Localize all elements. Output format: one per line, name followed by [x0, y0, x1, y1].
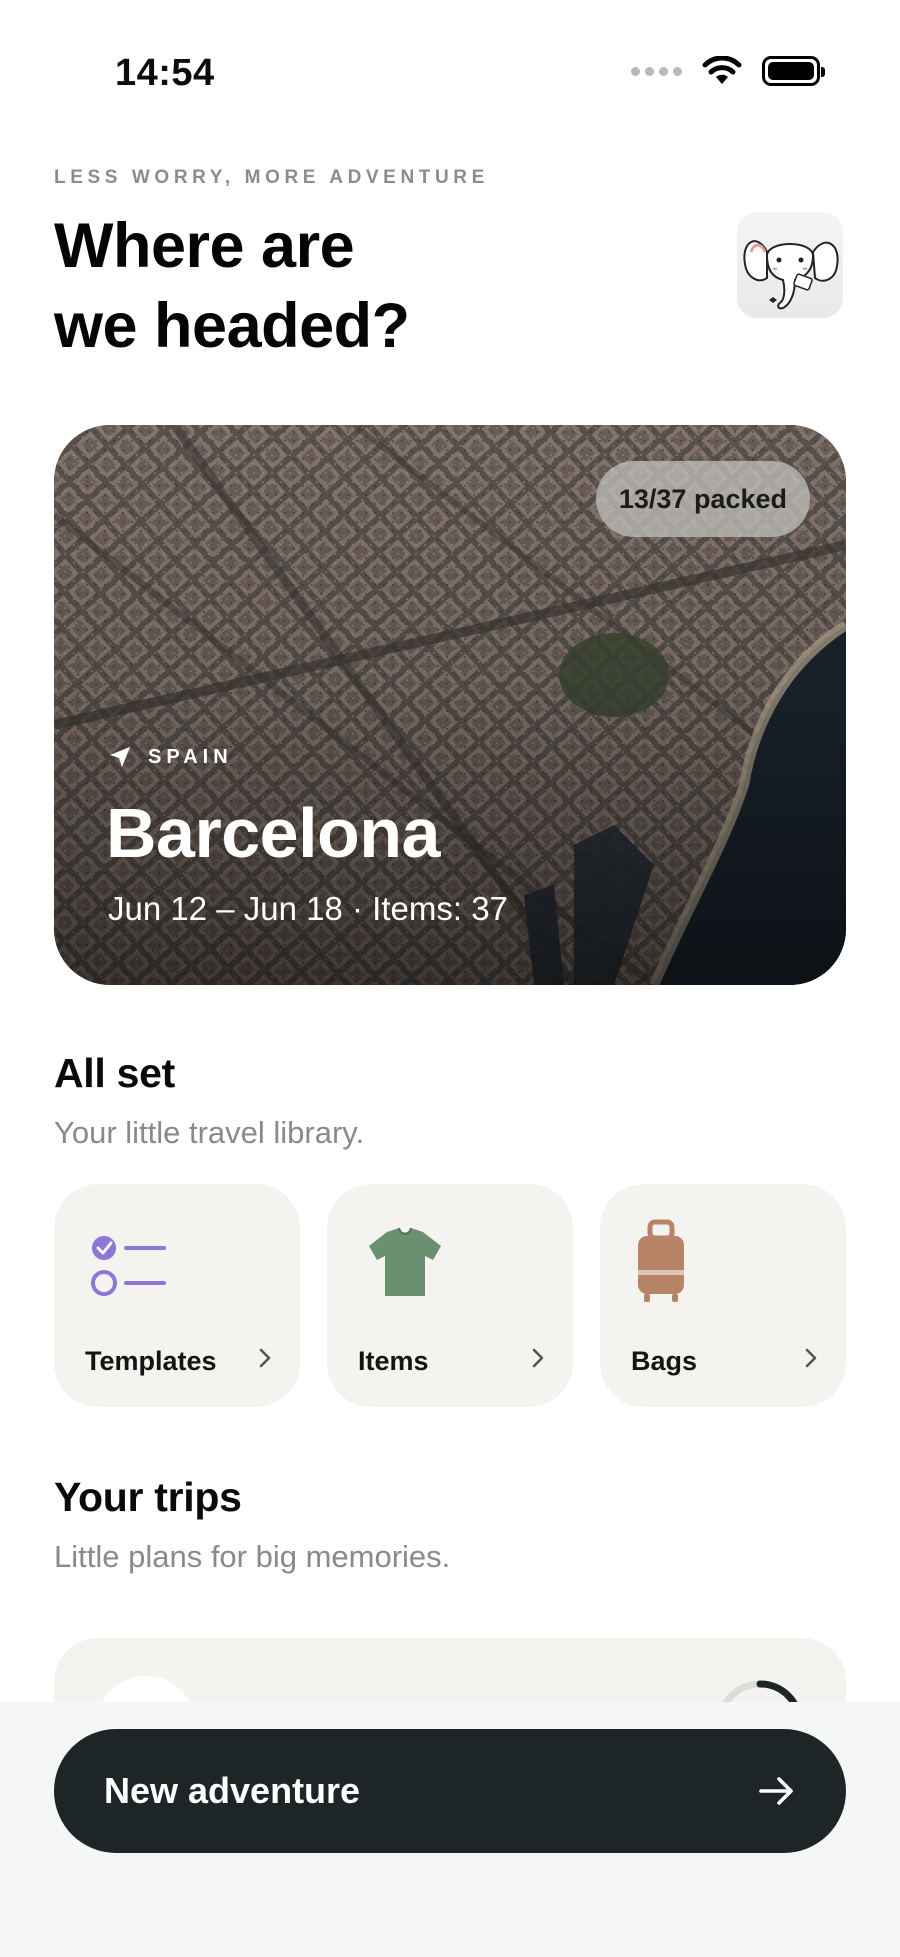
cellular-signal-icon	[631, 66, 682, 76]
current-trip-card[interactable]: 13/37 packed SPAIN Barcelona Jun 12 – Ju…	[54, 425, 846, 985]
wifi-icon	[702, 56, 742, 84]
page-title: Where are we headed?	[54, 206, 654, 366]
chevron-right-icon	[532, 1348, 544, 1368]
status-bar: 14:54	[0, 0, 900, 130]
arrow-right-icon	[759, 1777, 793, 1805]
new-adventure-button[interactable]: New adventure	[54, 1729, 846, 1853]
suitcase-icon	[638, 1219, 684, 1302]
trip-dates-items: Jun 12 – Jun 18 · Items: 37	[108, 890, 508, 927]
status-time: 14:54	[115, 52, 215, 94]
elephant-icon	[743, 240, 839, 310]
trips-section-title: Your trips	[54, 1474, 242, 1520]
page-title-line-2: we headed?	[54, 291, 410, 361]
bags-label: Bags	[631, 1346, 698, 1376]
trip-city: Barcelona	[106, 794, 440, 872]
battery-icon	[762, 56, 825, 86]
bags-tile[interactable]: Bags	[600, 1184, 846, 1407]
library-section-title: All set	[54, 1050, 175, 1096]
packed-progress-badge: 13/37 packed	[595, 461, 810, 537]
chevron-right-icon	[805, 1348, 817, 1368]
trip-country-label: SPAIN	[148, 745, 233, 768]
checklist-icon	[91, 1236, 166, 1296]
trip-country: SPAIN	[108, 745, 233, 769]
status-icons	[631, 56, 825, 86]
templates-tile[interactable]: Templates	[54, 1184, 300, 1407]
items-label: Items	[358, 1346, 429, 1376]
trips-section-subtitle: Little plans for big memories.	[54, 1539, 451, 1574]
chevron-right-icon	[259, 1348, 271, 1368]
tagline: LESS WORRY, MORE ADVENTURE	[54, 167, 489, 188]
items-tile[interactable]: Items	[327, 1184, 573, 1407]
tshirt-icon	[369, 1227, 441, 1296]
profile-avatar[interactable]	[737, 212, 843, 318]
page-title-line-1: Where are	[54, 211, 355, 281]
templates-label: Templates	[85, 1346, 217, 1376]
location-arrow-icon	[110, 747, 130, 767]
new-adventure-label: New adventure	[104, 1770, 361, 1811]
library-section-subtitle: Your little travel library.	[54, 1115, 365, 1150]
